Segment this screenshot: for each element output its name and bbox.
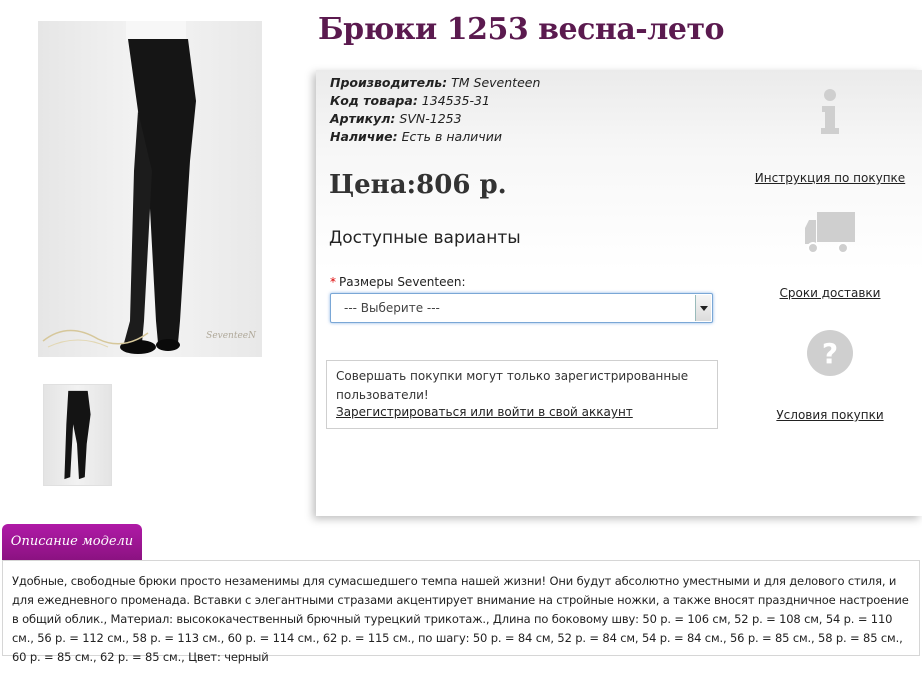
instruction-link[interactable]: Инструкция по покупке: [750, 171, 910, 185]
product-thumbnail[interactable]: [43, 384, 112, 486]
product-main-photo[interactable]: SeventeeN: [38, 21, 262, 357]
availability-value: Есть в наличии: [401, 129, 502, 144]
size-label: * Размеры Seventeen:: [330, 275, 466, 289]
code-row: Код товара: 134535-31: [330, 92, 540, 110]
instruction-block: Инструкция по покупке: [750, 88, 910, 185]
manufacturer-label: Производитель:: [330, 75, 448, 90]
variants-title: Доступные варианты: [329, 228, 521, 248]
info-icon: [821, 89, 839, 134]
chevron-down-icon: [700, 306, 708, 311]
question-icon: ?: [807, 330, 853, 376]
article-label: Артикул:: [330, 111, 396, 126]
conditions-block: ? Условия покупки: [750, 328, 910, 422]
delivery-link[interactable]: Сроки доставки: [750, 286, 910, 300]
notice-text: Совершать покупки могут только зарегистр…: [336, 369, 689, 402]
product-price: Цена:806 р.: [329, 170, 507, 200]
page-title: Брюки 1253 весна-лето: [318, 12, 725, 47]
size-label-text: Размеры Seventeen:: [339, 275, 466, 289]
truck-icon: [805, 212, 855, 254]
svg-text:?: ?: [822, 337, 838, 370]
select-dropdown-button[interactable]: [695, 295, 711, 321]
code-label: Код товара:: [330, 93, 418, 108]
description-panel: Удобные, свободные брюки просто незамени…: [2, 560, 920, 664]
description-text: Удобные, свободные брюки просто незамени…: [12, 574, 909, 664]
tab-description[interactable]: Описание модели: [2, 524, 142, 560]
trousers-photo: [42, 21, 196, 354]
product-info-panel: Производитель: TM Seventeen Код товара: …: [316, 70, 922, 516]
code-value: 134535-31: [421, 93, 490, 108]
article-row: Артикул: SVN-1253: [330, 110, 540, 128]
trousers-thumbnail-image: [64, 390, 91, 480]
article-value: SVN-1253: [399, 111, 462, 126]
manufacturer-row: Производитель: TM Seventeen: [330, 74, 540, 92]
size-select-value: --- Выберите ---: [344, 301, 440, 315]
register-login-link[interactable]: Зарегистрироваться или войти в свой акка…: [336, 405, 633, 419]
registration-notice: Совершать покупки могут только зарегистр…: [326, 360, 718, 429]
photo-watermark: SeventeeN: [206, 331, 256, 341]
product-meta: Производитель: TM Seventeen Код товара: …: [330, 74, 540, 146]
manufacturer-value: TM Seventeen: [451, 75, 541, 90]
delivery-block: Сроки доставки: [750, 210, 910, 300]
required-mark: *: [330, 275, 336, 289]
conditions-link[interactable]: Условия покупки: [750, 408, 910, 422]
availability-row: Наличие: Есть в наличии: [330, 128, 540, 146]
availability-label: Наличие:: [330, 129, 398, 144]
size-select[interactable]: --- Выберите ---: [330, 293, 713, 323]
